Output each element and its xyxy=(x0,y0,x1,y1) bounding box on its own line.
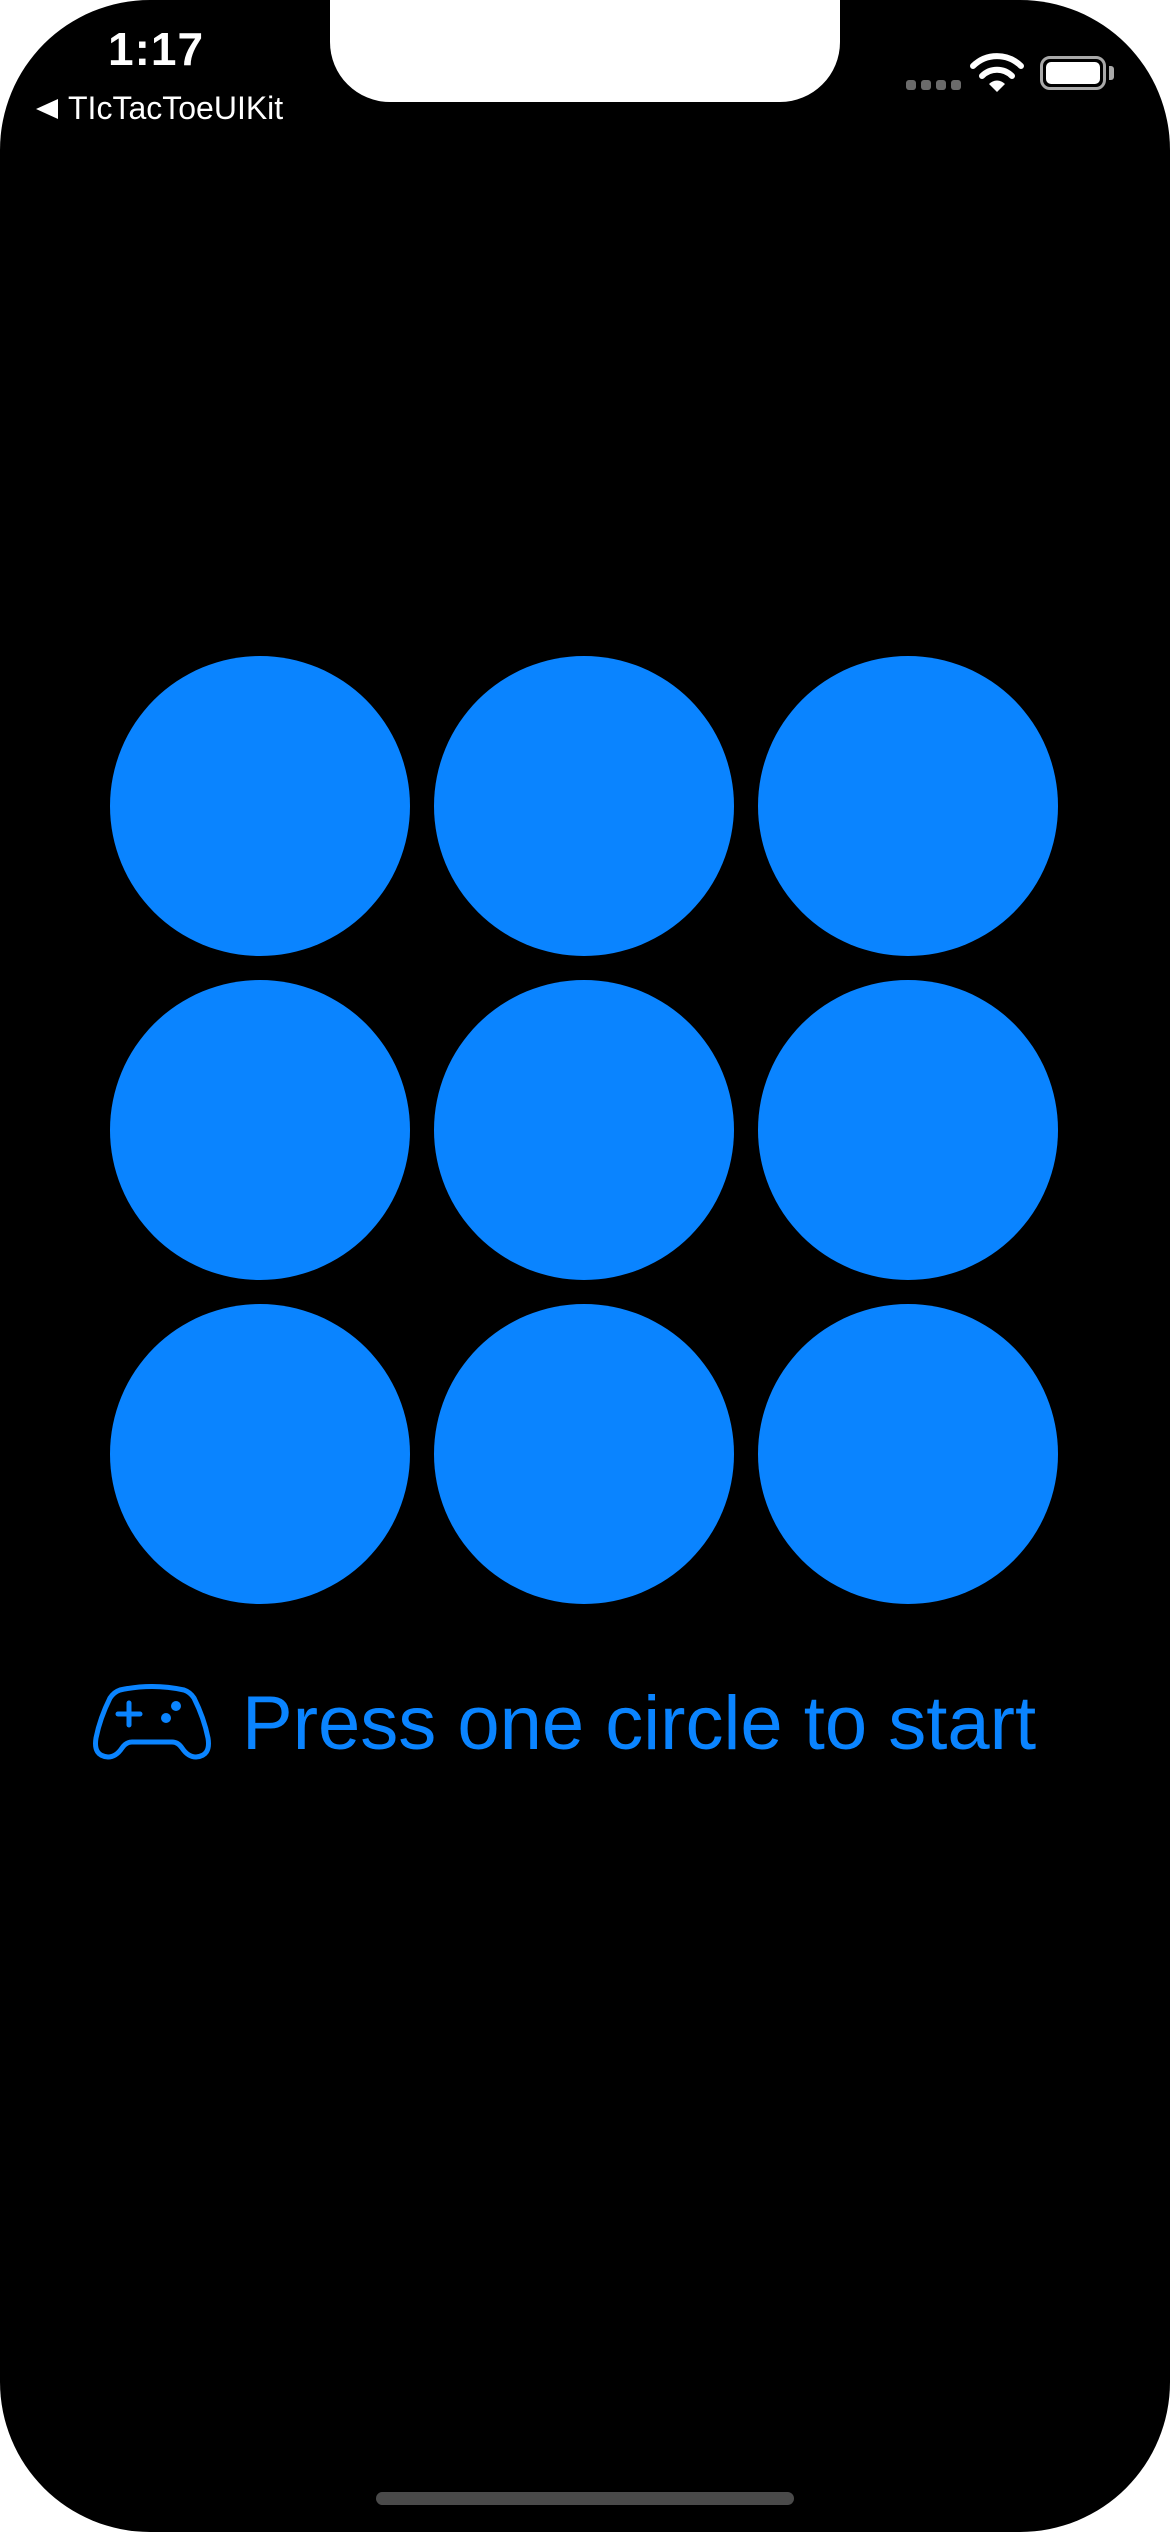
back-to-app-button[interactable]: TIcTacToeUIKit xyxy=(36,90,283,127)
board-cell-1[interactable] xyxy=(110,656,410,956)
start-prompt: Press one circle to start xyxy=(92,1680,1036,1767)
cellular-signal-icon xyxy=(906,80,961,90)
board-cell-9[interactable] xyxy=(758,1304,1058,1604)
board-cell-7[interactable] xyxy=(110,1304,410,1604)
board-cell-5[interactable] xyxy=(434,980,734,1280)
battery-level xyxy=(1046,62,1100,84)
board-cell-3[interactable] xyxy=(758,656,1058,956)
device-notch xyxy=(330,0,840,102)
home-indicator[interactable] xyxy=(376,2492,794,2505)
board-cell-2[interactable] xyxy=(434,656,734,956)
board-cell-6[interactable] xyxy=(758,980,1058,1280)
phone-screen: 1:17 TIcTacToeUIKit Press one circle to … xyxy=(0,0,1170,2532)
status-time: 1:17 xyxy=(108,23,205,75)
board-cell-8[interactable] xyxy=(434,1304,734,1604)
wifi-icon xyxy=(970,53,1024,92)
back-triangle-icon xyxy=(36,98,58,119)
back-app-label: TIcTacToeUIKit xyxy=(68,90,284,126)
game-board xyxy=(110,656,1060,1606)
start-prompt-text: Press one circle to start xyxy=(242,1681,1037,1766)
board-cell-4[interactable] xyxy=(110,980,410,1280)
gamecontroller-icon xyxy=(93,1683,211,1759)
battery-cap xyxy=(1109,66,1114,80)
battery-icon xyxy=(1040,56,1106,90)
